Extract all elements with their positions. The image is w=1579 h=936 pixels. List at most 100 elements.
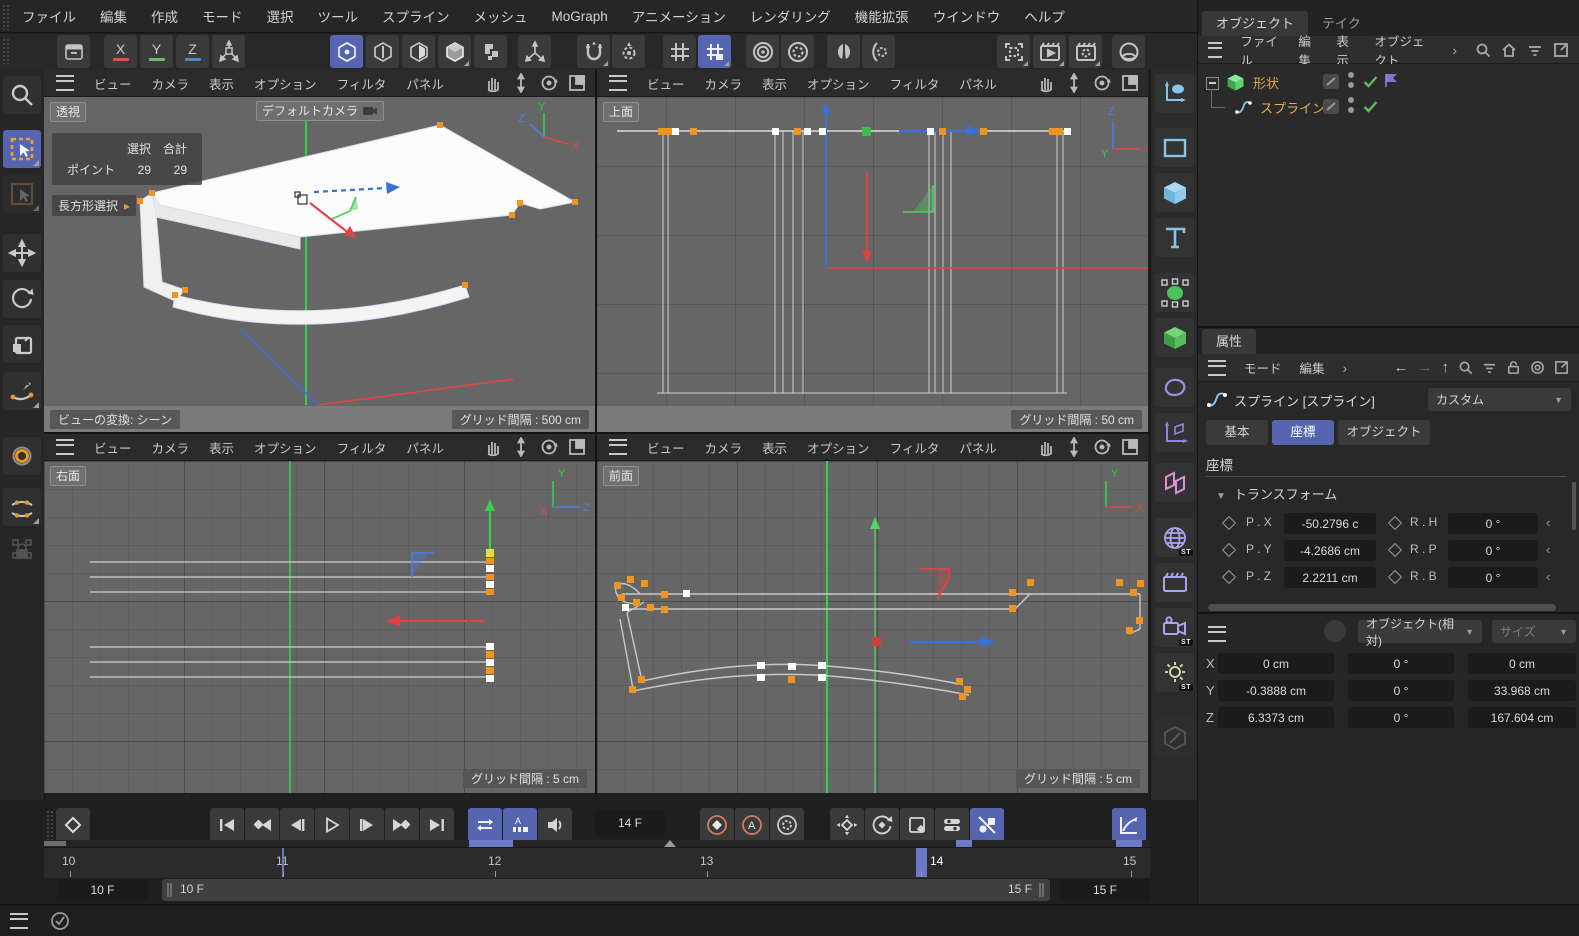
enable-check-icon[interactable] <box>1362 98 1379 115</box>
snap-magnet-button[interactable] <box>577 35 610 68</box>
attr-search-icon[interactable] <box>1458 360 1473 375</box>
coord-sphere-icon[interactable] <box>1324 620 1346 642</box>
keyframe-strip[interactable] <box>44 840 1150 847</box>
history-forward-icon[interactable]: → <box>1418 359 1433 376</box>
key-pla-button[interactable] <box>970 808 1004 842</box>
vp-menu-filter[interactable]: フィルタ <box>890 74 940 93</box>
object-name[interactable]: スプライン <box>1260 98 1325 117</box>
keyframe-settings-button[interactable] <box>770 808 804 842</box>
vp-menu-view[interactable]: ビュー <box>94 438 132 457</box>
camera-chip[interactable]: デフォルトカメラ <box>256 101 385 121</box>
vp-menu-display[interactable]: 表示 <box>762 438 787 457</box>
grid-toggle-button[interactable] <box>663 35 696 68</box>
axis-modify-button[interactable] <box>518 35 551 68</box>
camera-object-icon[interactable]: ST <box>1155 608 1194 647</box>
coord-y-pos[interactable]: -0.3888 cm <box>1218 680 1334 701</box>
edges-mode-button[interactable] <box>366 35 399 68</box>
dolly-icon[interactable] <box>1064 437 1084 457</box>
circle-spline-tool[interactable] <box>3 437 41 475</box>
edit-toggle-icon[interactable] <box>1323 74 1339 89</box>
vp-menu-options[interactable]: オプション <box>254 74 317 93</box>
rh-field[interactable]: 0 ° <box>1448 513 1538 534</box>
next-key-button[interactable] <box>385 808 419 842</box>
preset-dropdown[interactable]: カスタム ▼ <box>1428 388 1571 411</box>
om-menu-file[interactable]: ファイル <box>1240 31 1280 69</box>
spline-rectangle-icon[interactable] <box>1155 128 1194 167</box>
rb-field[interactable]: 0 ° <box>1448 567 1538 588</box>
range-grip-right[interactable] <box>1039 883 1045 897</box>
edit-toggle-icon[interactable] <box>1323 99 1339 114</box>
polygons-mode-button[interactable] <box>402 35 435 68</box>
record-active-objects-button[interactable] <box>700 808 734 842</box>
vp-menu-panel[interactable]: パネル <box>959 74 997 93</box>
vp-menu-camera[interactable]: カメラ <box>152 74 190 93</box>
object-tree[interactable]: 形状 スプライン <box>1198 64 1579 326</box>
active-tool-chip[interactable]: 長方形選択 ▸ <box>52 195 137 216</box>
om-filter-icon[interactable] <box>1527 42 1543 58</box>
attr-hscrollbar[interactable] <box>1208 604 1556 611</box>
coord-size-dropdown[interactable]: サイズ ▼ <box>1492 620 1576 643</box>
maximize-view-icon[interactable] <box>1120 437 1140 457</box>
model-mode-button[interactable] <box>438 35 471 68</box>
om-panel-icon[interactable] <box>1553 42 1569 58</box>
deformer-icon[interactable] <box>1155 368 1194 407</box>
vp-menu-options[interactable]: オプション <box>807 74 870 93</box>
orbit-icon[interactable] <box>539 73 559 93</box>
spline-pen-tool[interactable] <box>3 372 41 410</box>
om-menu-icon[interactable] <box>1208 41 1223 58</box>
object-row-spline[interactable]: スプライン <box>1198 89 1579 120</box>
stage-icon[interactable] <box>1155 563 1194 602</box>
play-button[interactable] <box>315 808 349 842</box>
maximize-view-icon[interactable] <box>567 437 587 457</box>
vp-menu-display[interactable]: 表示 <box>762 74 787 93</box>
generator-icon[interactable] <box>1155 273 1194 312</box>
menu-render[interactable]: レンダリング <box>750 6 831 26</box>
attr-panel-icon[interactable] <box>1554 360 1569 375</box>
pz-field[interactable]: 2.2211 cm <box>1284 567 1376 588</box>
toolbar-grip[interactable] <box>2 38 10 64</box>
attr-menu-mode[interactable]: モード <box>1244 358 1282 377</box>
render-region-button[interactable] <box>997 35 1030 68</box>
orbit-icon[interactable] <box>1092 437 1112 457</box>
vp-menu-panel[interactable]: パネル <box>959 438 997 457</box>
object-row-shape[interactable]: 形状 <box>1198 70 1579 95</box>
subdivision-cube-icon[interactable] <box>1155 318 1194 357</box>
vp-menu-display[interactable]: 表示 <box>209 74 234 93</box>
symmetry-settings-button[interactable] <box>862 35 895 68</box>
prev-key-button[interactable] <box>245 808 279 842</box>
attr-menu-edit[interactable]: 編集 <box>1300 358 1325 377</box>
material-sphere-button[interactable] <box>1112 35 1145 68</box>
symmetry-butterfly-button[interactable] <box>827 35 860 68</box>
cube-primitive-icon[interactable] <box>1155 173 1194 212</box>
workplane-button[interactable] <box>746 35 779 68</box>
text-spline-icon[interactable] <box>1155 218 1194 257</box>
rp-field[interactable]: 0 ° <box>1448 540 1538 561</box>
vp-menu-options[interactable]: オプション <box>807 438 870 457</box>
vp-menu-camera[interactable]: カメラ <box>705 74 743 93</box>
render-settings-button[interactable] <box>1069 35 1102 68</box>
menu-window[interactable]: ウインドウ <box>933 6 1001 26</box>
menu-help[interactable]: ヘルプ <box>1024 6 1065 26</box>
key-parameter-button[interactable] <box>935 808 969 842</box>
loop-mode-button[interactable] <box>468 808 502 842</box>
pan-hand-icon[interactable] <box>483 437 503 457</box>
scale-tool[interactable] <box>3 325 41 363</box>
search-command-button[interactable] <box>3 76 41 114</box>
spinner-left[interactable]: ‹ <box>1546 569 1550 584</box>
coord-z-pos[interactable]: 6.3373 cm <box>1218 707 1334 728</box>
keyframe-diamond-icon[interactable] <box>1387 569 1403 585</box>
lock-y-axis-button[interactable]: Y <box>140 35 173 68</box>
file-box-button[interactable] <box>57 35 90 68</box>
keyframe-diamond-icon[interactable] <box>1387 542 1403 558</box>
pan-hand-icon[interactable] <box>1036 73 1056 93</box>
attr-tab-object[interactable]: オブジェクト <box>1338 420 1430 445</box>
workplane-settings-button[interactable] <box>781 35 814 68</box>
fcurve-editor-button[interactable] <box>1112 808 1146 842</box>
om-menu-object[interactable]: オブジェクト <box>1374 31 1434 69</box>
menu-tools[interactable]: ツール <box>318 6 359 26</box>
timeline-grip[interactable] <box>46 810 54 842</box>
menu-mode[interactable]: モード <box>202 6 243 26</box>
visibility-dot-top[interactable] <box>1348 72 1354 78</box>
record-keyframe-button[interactable] <box>56 808 90 842</box>
coord-mode-dropdown[interactable]: オブジェクト(相対) ▼ <box>1358 617 1482 648</box>
